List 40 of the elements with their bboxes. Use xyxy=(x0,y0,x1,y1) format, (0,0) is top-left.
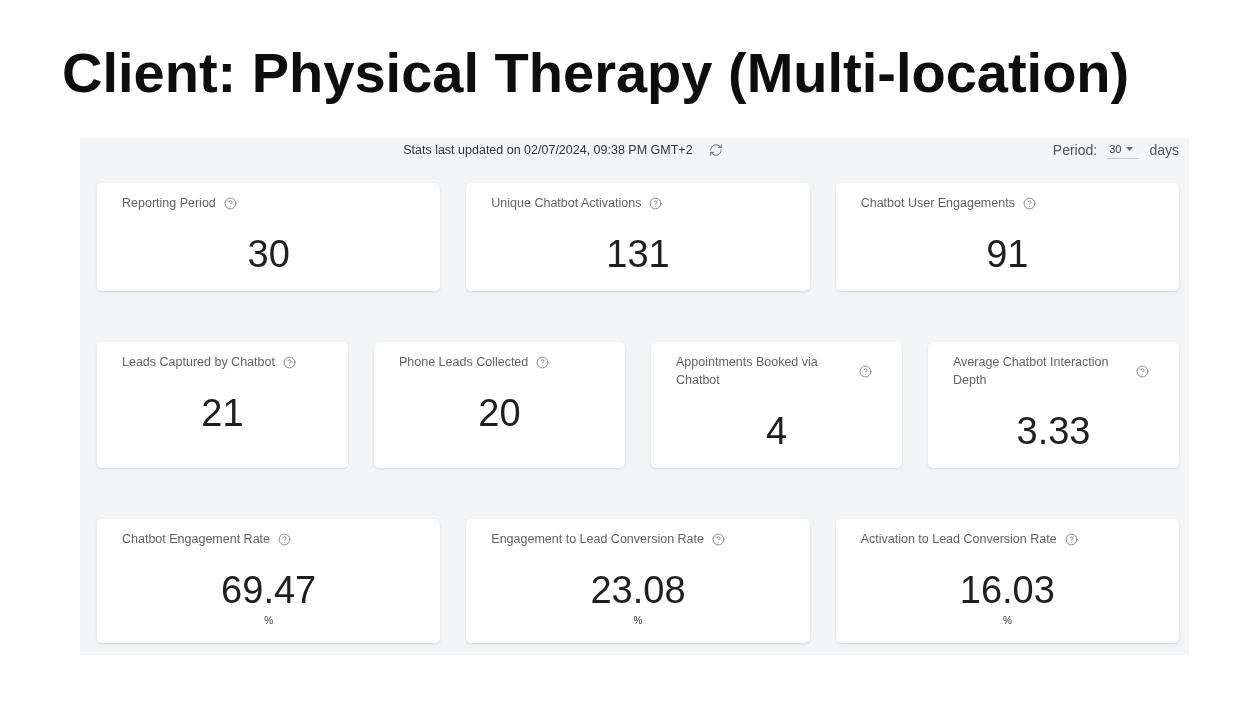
metric-value: 21 xyxy=(201,391,244,435)
metric-label: Activation to Lead Conversion Rate xyxy=(860,531,1057,548)
metric-label: Appointments Booked via Chatbot xyxy=(676,354,819,389)
help-icon[interactable] xyxy=(859,364,872,378)
metric-label: Reporting Period xyxy=(122,195,216,212)
help-icon[interactable] xyxy=(1022,196,1036,210)
metric-value: 20 xyxy=(478,391,521,435)
caret-icon xyxy=(1126,147,1134,151)
metric-label: Unique Chatbot Activations xyxy=(491,195,642,212)
page-title: Client: Physical Therapy (Multi-location) xyxy=(62,40,1131,106)
metric-value: 91 xyxy=(986,232,1029,276)
help-icon[interactable] xyxy=(1136,364,1149,378)
help-icon[interactable] xyxy=(649,196,663,210)
metric-value: 30 xyxy=(247,232,290,276)
period-label: Period: xyxy=(1052,142,1098,158)
last-updated-text: Stats last updated on 02/07/2024, 09:38 PM GMT+2 xyxy=(403,143,693,157)
metric-label: Phone Leads Collected xyxy=(399,354,529,371)
period-select[interactable]: 30 xyxy=(1107,141,1140,159)
period-unit: days xyxy=(1149,142,1179,158)
metric-label: Engagement to Lead Conversion Rate xyxy=(491,531,704,548)
metric-value: 23.08 xyxy=(590,568,686,612)
metric-label: Chatbot Engagement Rate xyxy=(122,531,271,548)
metric-value: 69.47 xyxy=(221,568,317,612)
metric-value: 131 xyxy=(606,232,670,276)
metric-label: Average Chatbot Interaction Depth xyxy=(953,354,1110,389)
help-icon[interactable] xyxy=(278,532,292,546)
metric-label: Leads Captured by Chatbot xyxy=(122,354,275,371)
metric-label: Chatbot User Engagements xyxy=(860,195,1015,212)
metric-unit: % xyxy=(1002,614,1012,628)
metric-value: 16.03 xyxy=(959,568,1055,612)
help-icon[interactable] xyxy=(1064,532,1078,546)
help-icon[interactable] xyxy=(223,196,237,210)
metric-value: 3.33 xyxy=(1016,409,1091,453)
refresh-icon[interactable] xyxy=(708,143,723,157)
metric-unit: % xyxy=(633,614,643,628)
help-icon[interactable] xyxy=(282,355,296,369)
help-icon[interactable] xyxy=(536,355,550,369)
metric-value: 4 xyxy=(765,409,788,453)
help-icon[interactable] xyxy=(711,532,725,546)
metric-unit: % xyxy=(264,614,274,628)
